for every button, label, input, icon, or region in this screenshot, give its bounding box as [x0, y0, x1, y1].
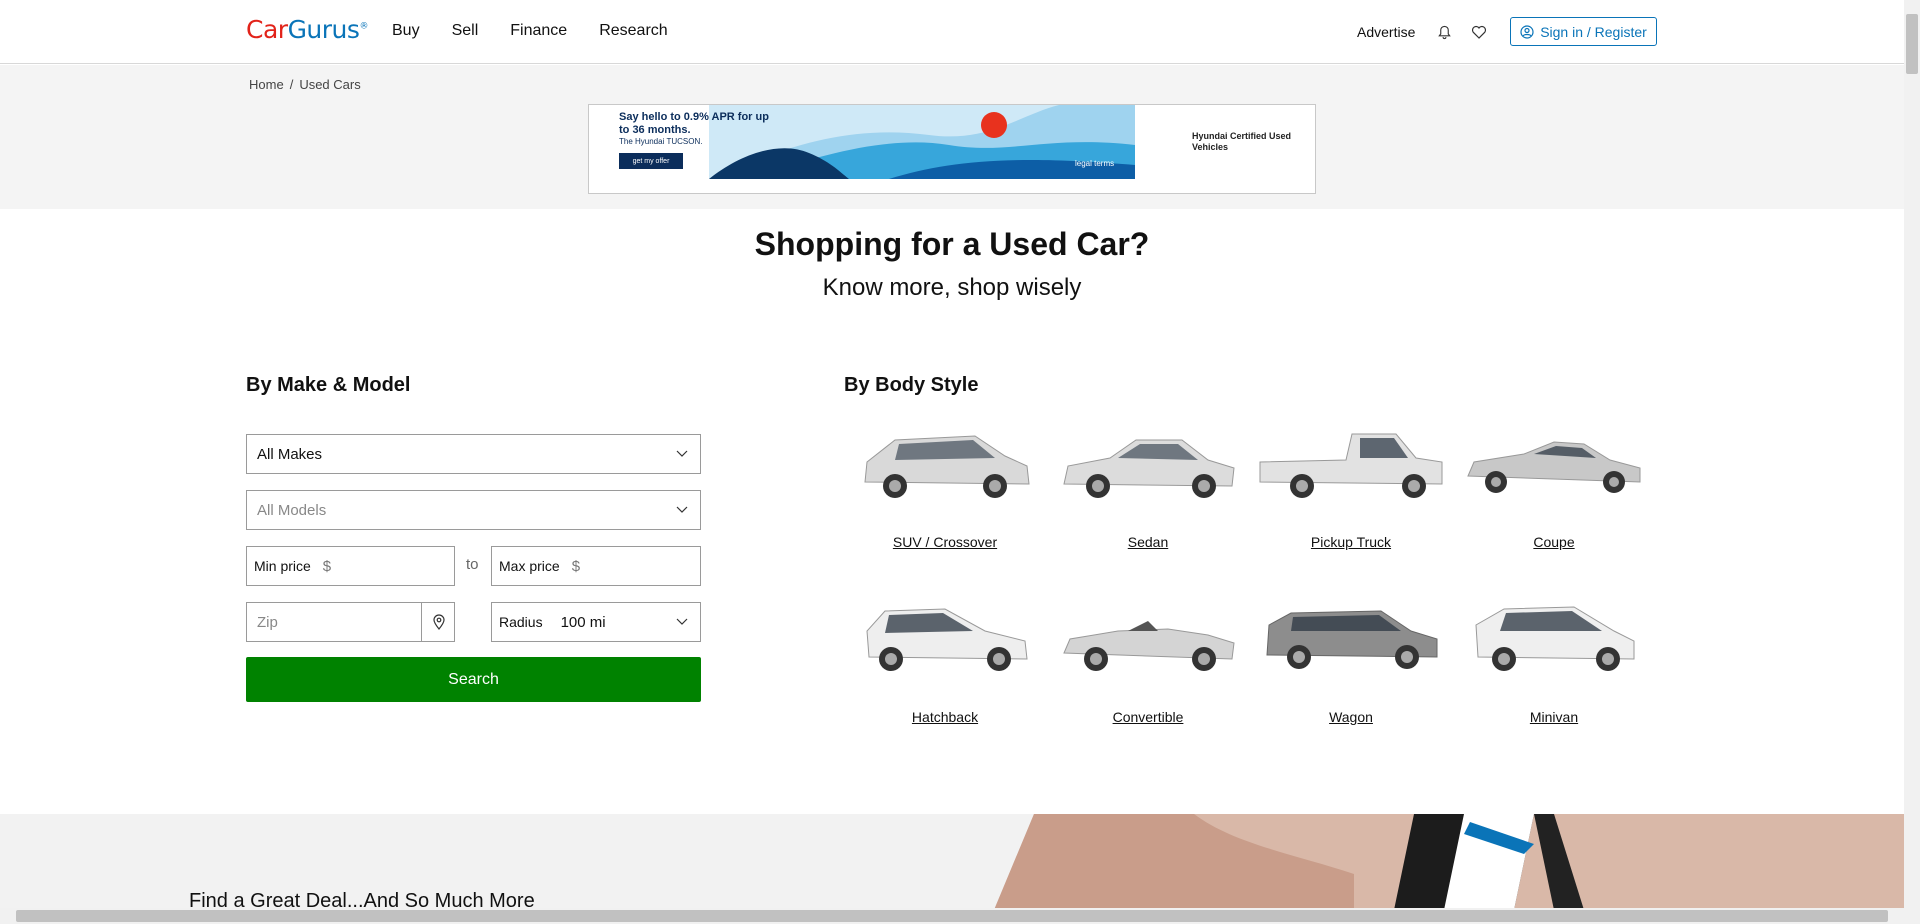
horizontal-scroll-thumb[interactable]	[16, 910, 1888, 922]
location-pin-icon	[432, 614, 445, 630]
location-button[interactable]	[421, 603, 455, 641]
user-circle-icon	[1520, 24, 1534, 39]
model-select[interactable]: All Models	[246, 490, 701, 530]
min-price-field[interactable]: Min price $	[246, 546, 455, 586]
price-range-to: to	[466, 556, 479, 573]
chevron-down-icon	[676, 506, 688, 513]
advertise-link[interactable]: Advertise	[1357, 24, 1415, 40]
ad-legal[interactable]: legal terms	[1075, 159, 1114, 168]
promo-photo	[994, 814, 1904, 910]
max-price-field[interactable]: Max price $	[491, 546, 701, 586]
convertible-image	[1063, 621, 1235, 671]
main-nav: Buy Sell Finance Research	[392, 22, 700, 40]
nav-sell[interactable]: Sell	[452, 22, 479, 40]
body-style-pickup-truck[interactable]: Pickup Truck	[1256, 426, 1446, 566]
body-style-hatchback[interactable]: Hatchback	[850, 601, 1040, 741]
search-button[interactable]: Search	[246, 657, 701, 702]
chevron-down-icon	[676, 450, 688, 457]
radius-select[interactable]: Radius 100 mi	[491, 602, 701, 642]
cargurus-logo[interactable]: CarGurus®	[246, 15, 368, 44]
ad-subline: The Hyundai TUCSON.	[619, 137, 703, 146]
body-style-wagon[interactable]: Wagon	[1256, 601, 1446, 741]
chevron-down-icon	[676, 618, 688, 625]
body-style-title: By Body Style	[844, 374, 979, 396]
sedan-image	[1063, 439, 1235, 498]
body-style-coupe[interactable]: Coupe	[1459, 426, 1649, 566]
body-style-suv[interactable]: SUV / Crossover	[850, 426, 1040, 566]
ad-banner[interactable]: Say hello to 0.9% APR for up to 36 month…	[588, 104, 1316, 194]
hatchback-image	[866, 608, 1028, 671]
vertical-scroll-thumb[interactable]	[1906, 14, 1918, 74]
wagon-image	[1266, 610, 1438, 669]
ad-brand: Hyundai Certified Used Vehicles	[1192, 131, 1292, 152]
ad-image: Say hello to 0.9% APR for up to 36 month…	[589, 105, 1135, 179]
ad-headline: Say hello to 0.9% APR for up to 36 month…	[619, 111, 769, 136]
nav-research[interactable]: Research	[599, 22, 667, 40]
breadcrumb: Home / Used Cars	[249, 77, 361, 92]
breadcrumb-home[interactable]: Home	[249, 77, 284, 92]
hero-subtitle: Know more, shop wisely	[822, 274, 1082, 301]
ad-offer-button[interactable]: get my offer	[619, 153, 683, 169]
pickup-truck-image	[1259, 433, 1443, 498]
bell-icon[interactable]	[1437, 24, 1452, 40]
body-style-sedan[interactable]: Sedan	[1053, 426, 1243, 566]
heart-icon[interactable]	[1471, 24, 1487, 40]
site-header: CarGurus® Buy Sell Finance Research Adve…	[0, 0, 1904, 64]
suv-image	[864, 435, 1030, 498]
hero-title: Shopping for a Used Car?	[754, 226, 1150, 262]
vertical-scrollbar[interactable]	[1904, 0, 1920, 924]
minivan-image	[1475, 606, 1635, 671]
body-style-convertible[interactable]: Convertible	[1053, 601, 1243, 741]
coupe-image	[1467, 441, 1641, 493]
sign-in-register-button[interactable]: Sign in / Register	[1510, 17, 1657, 46]
make-select[interactable]: All Makes	[246, 434, 701, 474]
breadcrumb-current[interactable]: Used Cars	[299, 77, 360, 92]
nav-finance[interactable]: Finance	[510, 22, 567, 40]
nav-buy[interactable]: Buy	[392, 22, 420, 40]
make-model-title: By Make & Model	[246, 374, 411, 396]
body-style-minivan[interactable]: Minivan	[1459, 601, 1649, 741]
